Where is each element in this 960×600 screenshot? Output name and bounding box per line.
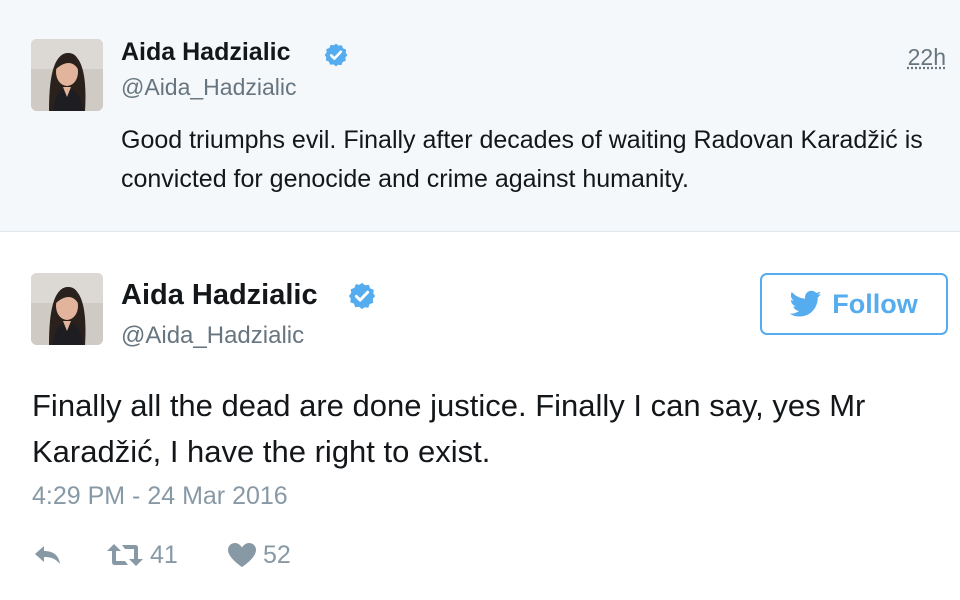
- display-name[interactable]: Aida Hadzialic: [121, 279, 318, 312]
- reply-button[interactable]: [32, 535, 64, 575]
- follow-button[interactable]: Follow: [760, 273, 948, 335]
- handle[interactable]: @Aida_Hadzialic: [121, 74, 297, 101]
- retweet-button[interactable]: 41: [106, 535, 178, 575]
- avatar[interactable]: [31, 273, 103, 345]
- twitter-bird-icon: [790, 290, 822, 318]
- tweet-text: Good triumphs evil. Finally after decade…: [121, 126, 923, 193]
- display-name[interactable]: Aida Hadzialic: [121, 38, 291, 67]
- handle[interactable]: @Aida_Hadzialic: [121, 322, 304, 350]
- heart-icon: [227, 542, 257, 568]
- tweet-text: Finally all the dead are done justice. F…: [32, 388, 866, 469]
- retweet-icon: [106, 542, 144, 568]
- profile-photo-icon: [31, 39, 103, 111]
- profile-photo-icon: [31, 273, 103, 345]
- reply-icon: [32, 543, 64, 567]
- avatar[interactable]: [31, 39, 103, 111]
- timestamp-link[interactable]: 22h: [908, 44, 946, 71]
- reply-tweet[interactable]: Aida Hadzialic @Aida_Hadzialic 22h Good …: [0, 0, 960, 232]
- main-tweet: Aida Hadzialic @Aida_Hadzialic Follow Fi…: [0, 233, 960, 600]
- retweet-count: 41: [150, 540, 178, 569]
- verified-badge-icon: [323, 42, 349, 68]
- verified-badge-icon: [347, 281, 377, 311]
- like-button[interactable]: 52: [227, 535, 291, 575]
- follow-label: Follow: [832, 288, 918, 319]
- tweet-date-link[interactable]: 4:29 PM - 24 Mar 2016: [32, 482, 288, 511]
- like-count: 52: [263, 540, 291, 569]
